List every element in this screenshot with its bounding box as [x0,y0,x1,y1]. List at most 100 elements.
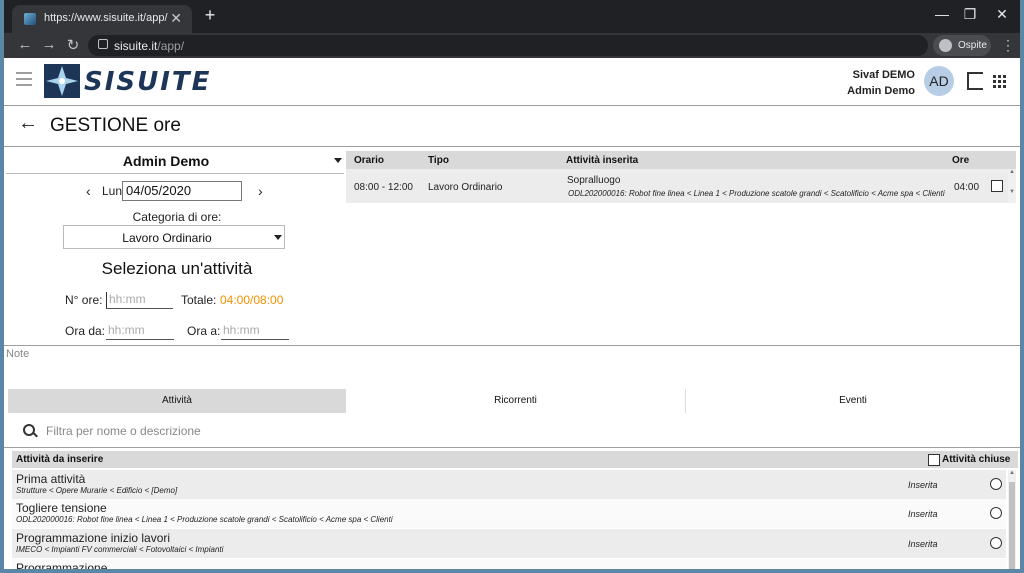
chevron-left-icon[interactable]: ‹ [86,183,91,199]
reload-button[interactable]: ↻ [64,36,82,54]
hamburger-menu-icon[interactable] [16,72,32,90]
back-arrow-icon[interactable]: ← [18,112,38,135]
caret-down-icon [274,235,282,240]
activity-path: IMECO < Impianti FV commerciali < Fotovo… [16,545,224,554]
lock-icon [98,39,108,49]
closed-activities-checkbox[interactable] [928,454,940,466]
activities-scrollbar[interactable]: ▲ [1008,470,1016,569]
minimize-button[interactable]: — [930,6,954,22]
browser-toolbar: ← → ↻ sisuite.it/app/ Ospite ⋮ [4,33,1020,58]
browser-menu-icon[interactable]: ⋮ [1001,37,1015,54]
entries-header: Orario Tipo Attività inserita Ore [346,151,1016,169]
closed-activities-label: Attività chiuse [942,454,1011,465]
apps-grid-icon[interactable] [993,75,1007,89]
back-button[interactable]: ← [16,36,34,53]
profile-label: Ospite [958,40,987,51]
url-host: sisuite.it [114,39,158,53]
list-item[interactable]: Programmazione inizio lavori IMECO < Imp… [12,529,1006,558]
logout-icon[interactable] [967,72,983,90]
from-label: Ora da: [65,324,106,338]
activity-path: Strutture < Opere Murarie < Edificio < [… [16,486,178,495]
scroll-thumb[interactable] [1009,482,1015,569]
page-title: GESTIONE ore [50,115,181,136]
activity-status: Inserita [908,480,938,490]
activities-header-label: Attività da inserire [16,454,104,465]
profile-icon [939,39,952,52]
favicon-icon [24,13,36,25]
table-row[interactable]: 08:00 - 12:00 Lavoro Ordinario Sopralluo… [346,169,1008,203]
note-placeholder: Note [6,348,30,360]
user-select[interactable]: Admin Demo [6,149,344,174]
tab-attivita[interactable]: Attività [8,389,346,413]
scroll-up-icon[interactable]: ▲ [1008,470,1016,476]
user-select-value: Admin Demo [122,153,210,169]
col-orario: Orario [354,155,385,166]
scroll-up-icon[interactable]: ▲ [1008,169,1016,175]
close-window-button[interactable]: ✕ [990,6,1014,23]
row-tipo: Lavoro Ordinario [428,182,503,193]
total-label: Totale: [181,293,217,307]
category-select[interactable]: Lavoro Ordinario [63,225,285,249]
user-name: Admin Demo [847,85,915,97]
category-label: Categoria di ore: [132,210,222,224]
row-ore: 04:00 [954,182,980,193]
sisuite-logo-icon [44,64,80,98]
row-attivita: Sopralluogo [567,175,621,186]
activity-path: ODL202000016: Robot fine linea < Linea 1… [16,515,393,524]
user-info: Sivaf DEMO Admin Demo [847,67,915,99]
tab-close-icon[interactable]: ✕ [170,10,182,27]
forward-button[interactable]: → [40,36,58,53]
search-icon [23,424,35,436]
col-tipo: Tipo [428,155,449,166]
activities-list: Attività da inserire Attività chiuse Pri… [12,451,1020,569]
hours-input[interactable]: hh:mm [106,292,173,309]
profile-button[interactable]: Ospite [933,35,991,56]
activity-radio[interactable] [990,507,1002,519]
browser-tabbar: https://www.sisuite.it/app/ ✕ + — ❐ ✕ [4,0,1020,33]
col-ore: Ore [952,155,970,166]
activity-tabs: Attività Ricorrenti Eventi [4,389,1020,413]
url-text: sisuite.it/app/ [114,39,184,53]
entries-scrollbar[interactable]: ▲ ▼ [1008,169,1016,203]
url-path: /app/ [157,39,185,53]
to-label: Ora a: [187,324,221,338]
activity-status: Inserita [908,539,938,549]
list-item[interactable]: Prima attività Strutture < Opere Murarie… [12,470,1006,499]
day-label: Lun [102,184,123,198]
hours-label: N° ore: [65,293,103,307]
list-item[interactable]: Programmazione ... [12,559,1006,569]
activity-radio[interactable] [990,537,1002,549]
hours-form: Admin Demo ‹ Lun › 04/05/2020 Categoria … [4,147,346,344]
tab-ricorrenti[interactable]: Ricorrenti [346,389,686,413]
page-title-bar: ← GESTIONE ore [4,106,1020,147]
avatar[interactable]: AD [924,66,954,96]
filter-input[interactable]: Filtra per nome o descrizione [46,424,201,438]
select-activity-title: Seleziona un'attività [101,259,253,278]
address-bar[interactable]: sisuite.it/app/ [88,35,928,56]
to-input[interactable]: hh:mm [221,323,289,340]
row-orario: 08:00 - 12:00 [354,182,413,193]
brand-name: SISUITE [84,67,212,97]
chevron-right-icon[interactable]: › [258,183,263,199]
tab-title: https://www.sisuite.it/app/ [44,12,168,24]
filter-bar[interactable]: Filtra per nome o descrizione [4,414,1020,448]
company-name: Sivaf DEMO [852,69,915,81]
date-input[interactable]: 04/05/2020 [122,181,242,201]
col-attivita: Attività inserita [566,155,639,166]
note-textarea[interactable]: Note [4,345,1020,390]
activities-header: Attività da inserire Attività chiuse [12,451,1018,468]
scroll-down-icon[interactable]: ▼ [1008,189,1016,195]
app-header: SISUITE Sivaf DEMO Admin Demo AD [4,58,1020,106]
row-checkbox[interactable] [991,180,1003,192]
from-input[interactable]: hh:mm [106,323,174,340]
row-percorso: ODL202000016: Robot fine linea < Linea 1… [568,189,945,198]
tab-eventi[interactable]: Eventi [686,389,1020,413]
new-tab-button[interactable]: + [200,5,220,26]
total-value: 04:00/08:00 [220,293,284,307]
activity-radio[interactable] [990,478,1002,490]
activity-status: Inserita [908,509,938,519]
browser-tab[interactable]: https://www.sisuite.it/app/ ✕ [12,5,192,33]
caret-down-icon [334,158,342,163]
list-item[interactable]: Togliere tensione ODL202000016: Robot fi… [12,499,1006,528]
restore-button[interactable]: ❐ [958,6,982,23]
